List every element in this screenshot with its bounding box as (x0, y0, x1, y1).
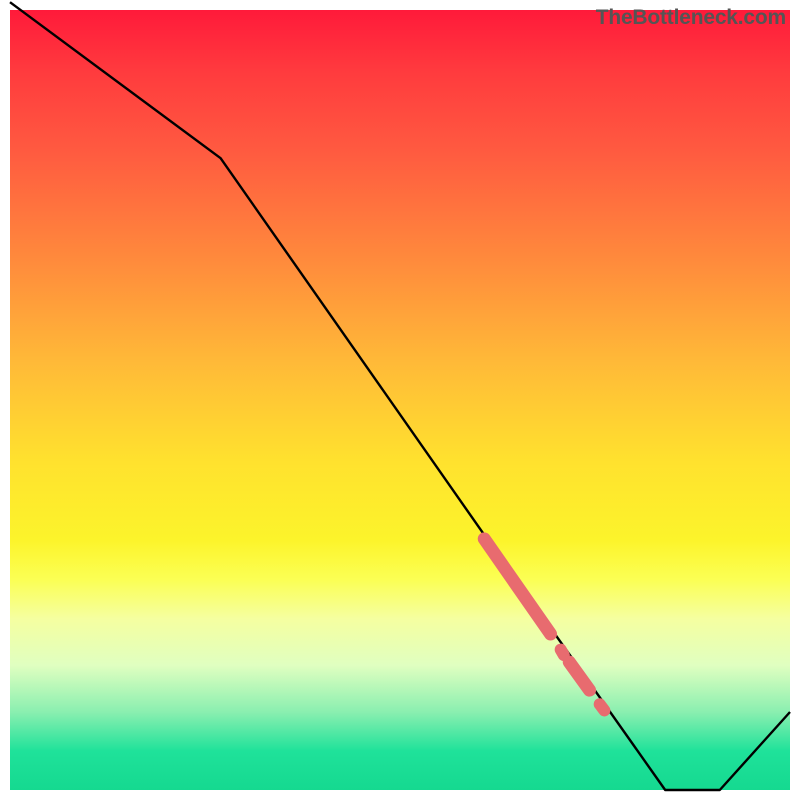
bottleneck-chart: TheBottleneck.com (0, 0, 800, 800)
chart-svg (0, 0, 800, 800)
highlight-segment (569, 662, 589, 690)
highlight-segment (484, 539, 550, 634)
highlight-segment (561, 650, 564, 655)
highlight-segment (600, 704, 605, 710)
bottleneck-line (10, 2, 790, 790)
